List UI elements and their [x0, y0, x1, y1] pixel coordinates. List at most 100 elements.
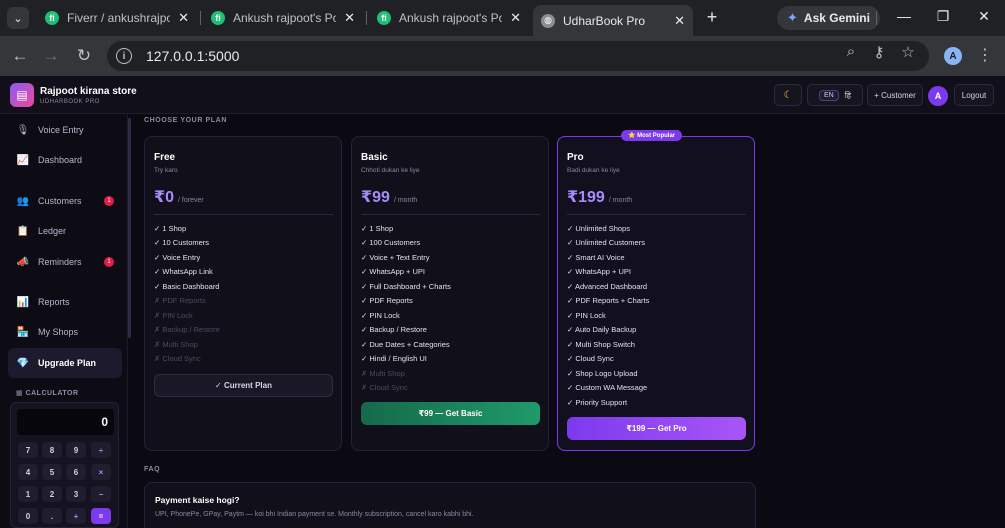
browser-tab-strip: ⌄ fi Fiverr / ankushrajpoo29 ✕ fi Ankush…	[0, 0, 1005, 36]
fiverr-icon: fi	[377, 11, 391, 25]
sidebar-item-dashboard[interactable]: 📈 Dashboard	[8, 148, 122, 172]
browser-tab[interactable]: fi Ankush rajpoot's Portfolio ✕	[203, 5, 363, 31]
zoom-search-icon[interactable]: ⌕	[842, 43, 860, 60]
feature-item: ✓ Backup / Restore	[361, 325, 427, 334]
price-amount: ₹199	[567, 189, 605, 206]
close-icon[interactable]: ✕	[510, 10, 521, 26]
most-popular-badge: ⭐ Most Popular	[621, 130, 683, 141]
clipboard-icon: 📋	[16, 225, 30, 237]
calc-key-subtract[interactable]: −	[91, 486, 111, 502]
minimize-window-icon[interactable]: —	[894, 8, 914, 24]
faq-item[interactable]: Payment kaise hogi? UPI, PhonePe, GPay, …	[144, 482, 756, 528]
feature-item-disabled: ✗ Multi Shop	[361, 369, 405, 378]
plan-subtitle: Try karo	[154, 167, 178, 174]
sidebar-item-reports[interactable]: 📊 Reports	[8, 290, 122, 314]
lang-hi-option[interactable]: हि	[845, 90, 851, 101]
moon-icon: ☾	[783, 89, 793, 101]
sidebar-item-customers[interactable]: 👥 Customers 1	[8, 189, 122, 213]
get-pro-button[interactable]: ₹199 — Get Pro	[567, 417, 746, 440]
close-icon[interactable]: ✕	[344, 10, 355, 26]
feature-item: ✓ 1 Shop	[154, 224, 187, 233]
sidebar-item-my-shops[interactable]: 🏪 My Shops	[8, 320, 122, 344]
price-period: / forever	[178, 197, 204, 204]
toolbar-separator	[876, 11, 877, 25]
logout-button[interactable]: Logout	[954, 84, 994, 106]
user-avatar[interactable]: A	[928, 86, 948, 106]
close-window-icon[interactable]: ✕	[974, 8, 994, 25]
add-customer-button[interactable]: + Customer	[867, 84, 923, 106]
gem-icon: 💎	[16, 357, 30, 369]
theme-toggle-button[interactable]: ☾	[774, 84, 802, 106]
calc-key[interactable]: 9	[66, 442, 86, 458]
feature-item: ✓ Basic Dashboard	[154, 282, 220, 291]
feature-item: ✓ Voice Entry	[154, 253, 201, 262]
calc-key[interactable]: 3	[66, 486, 86, 502]
tab-title: Fiverr / ankushrajpoo29	[67, 11, 171, 25]
site-info-icon[interactable]: i	[116, 48, 132, 64]
calc-key[interactable]: 5	[42, 464, 62, 480]
calc-key[interactable]: 8	[42, 442, 62, 458]
globe-icon: ◍	[541, 13, 555, 28]
forward-arrow-icon[interactable]: →	[40, 45, 62, 67]
calc-key[interactable]: 2	[42, 486, 62, 502]
current-plan-button[interactable]: ✓ Current Plan	[154, 374, 333, 397]
url-text[interactable]: 127.0.0.1:5000	[146, 48, 239, 64]
feature-item-disabled: ✗ Cloud Sync	[361, 383, 408, 392]
close-icon[interactable]: ✕	[178, 10, 189, 26]
calc-key-multiply[interactable]: ×	[91, 464, 111, 480]
store-name: Rajpoot kirana store	[40, 86, 137, 97]
calc-key[interactable]: 4	[18, 464, 38, 480]
calculator-title-text: CALCULATOR	[25, 390, 79, 397]
sidebar-item-label: My Shops	[38, 327, 79, 337]
browser-tab-active[interactable]: ◍ UdharBook Pro ✕	[533, 5, 693, 36]
sidebar-item-upgrade-plan[interactable]: 💎 Upgrade Plan	[8, 348, 122, 378]
sidebar-item-label: Dashboard	[38, 155, 83, 165]
sidebar-item-ledger[interactable]: 📋 Ledger	[8, 219, 122, 243]
price-period: / month	[393, 197, 418, 204]
calc-key[interactable]: 6	[66, 464, 86, 480]
bookmark-star-icon[interactable]: ☆	[899, 43, 917, 61]
count-badge: 1	[104, 196, 114, 206]
profile-avatar[interactable]: A	[944, 47, 962, 65]
language-toggle[interactable]: EN हि	[807, 84, 863, 106]
calc-key-add[interactable]: +	[66, 508, 86, 524]
plan-name: Free	[154, 152, 176, 163]
plan-card-pro: Pro Badi dukan ke liye ₹199 / month ✓ Un…	[557, 136, 755, 451]
section-title: CHOOSE YOUR PLAN	[144, 117, 227, 124]
browser-tab[interactable]: fi Fiverr / ankushrajpoo29 ✕	[37, 5, 197, 31]
new-tab-button[interactable]: +	[703, 7, 721, 27]
logout-label: Logout	[961, 90, 987, 100]
calc-key[interactable]: 7	[18, 442, 38, 458]
feature-item: ✓ PIN Lock	[567, 311, 606, 320]
feature-item: ✓ 10 Customers	[154, 238, 210, 247]
calc-key[interactable]: .	[42, 508, 62, 524]
sidebar-item-voice-entry[interactable]: 🎙 Voice Entry	[8, 118, 122, 142]
sidebar-item-label: Upgrade Plan	[38, 358, 97, 368]
feature-item: ✓ Smart AI Voice	[567, 253, 625, 262]
plan-card-free: Free Try karo ₹0 / forever ✓ 1 Shop ✓ 10…	[144, 136, 342, 451]
calc-key[interactable]: 0	[18, 508, 38, 524]
close-icon[interactable]: ✕	[674, 13, 685, 29]
more-menu-icon[interactable]: ⋮	[977, 45, 993, 65]
calc-key-equals[interactable]: =	[91, 508, 111, 524]
back-arrow-icon[interactable]: ←	[9, 45, 31, 67]
address-bar[interactable]: i 127.0.0.1:5000	[107, 41, 929, 71]
lang-en-option[interactable]: EN	[818, 89, 839, 101]
feature-item: ✓ Advanced Dashboard	[567, 282, 648, 291]
users-icon: 👥	[16, 195, 30, 207]
sidebar-scrollbar[interactable]	[128, 118, 131, 338]
plan-subtitle: Badi dukan ke liye	[567, 167, 620, 174]
tab-search-button[interactable]: ⌄	[7, 7, 29, 29]
sidebar-item-reminders[interactable]: 📣 Reminders 1	[8, 250, 122, 274]
reload-icon[interactable]: ↻	[73, 45, 95, 67]
browser-tab[interactable]: fi Ankush rajpoot's Portfolio ✕	[369, 5, 529, 31]
restore-window-icon[interactable]: ❐	[933, 8, 953, 25]
fiverr-icon: fi	[45, 11, 59, 25]
get-basic-button[interactable]: ₹99 — Get Basic	[361, 402, 540, 425]
feature-item: ✓ WhatsApp + UPI	[567, 267, 632, 276]
password-key-icon[interactable]: ⚷	[870, 43, 888, 61]
calc-key-divide[interactable]: ÷	[91, 442, 111, 458]
ask-gemini-button[interactable]: ✦ Ask Gemini	[777, 6, 880, 30]
faq-title: FAQ	[144, 466, 161, 473]
calc-key[interactable]: 1	[18, 486, 38, 502]
